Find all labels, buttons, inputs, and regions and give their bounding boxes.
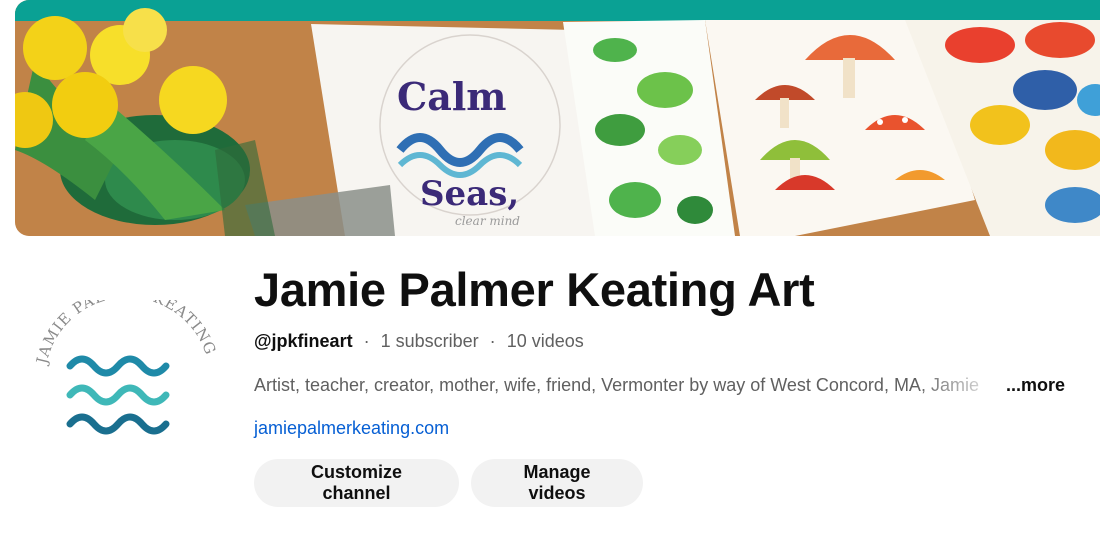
wave-icon-bottom	[66, 413, 170, 435]
wave-icon-middle	[66, 384, 170, 406]
customize-channel-button[interactable]: Customize channel	[254, 459, 459, 507]
video-count: 10 videos	[506, 331, 584, 351]
subscriber-count: 1 subscriber	[380, 331, 479, 351]
wave-icon-top	[66, 355, 170, 377]
meta-separator: ·	[363, 331, 370, 351]
description-text: Artist, teacher, creator, mother, wife, …	[254, 375, 979, 395]
channel-name: Jamie Palmer Keating Art	[254, 263, 815, 316]
meta-separator: ·	[489, 331, 496, 351]
banner-accent-strip	[15, 0, 1100, 21]
channel-website-link[interactable]: jamiepalmerkeating.com	[254, 418, 449, 439]
channel-banner: Calm Seas, clear mind	[15, 0, 1100, 236]
more-link[interactable]: ...more	[1006, 375, 1065, 395]
channel-description[interactable]: Artist, teacher, creator, mother, wife, …	[254, 375, 1070, 396]
channel-handle: @jpkfineart	[254, 331, 353, 351]
channel-avatar[interactable]: JAMIE PALMER KEATING	[30, 283, 220, 460]
banner-art-text-seas: Seas,	[420, 174, 519, 214]
banner-art-text-clear-mind: clear mind	[455, 214, 520, 228]
banner-art-text-calm: Calm	[397, 74, 507, 119]
banner-artwork: Calm Seas, clear mind	[15, 0, 1100, 236]
channel-logo: JAMIE PALMER KEATING	[32, 283, 219, 435]
manage-videos-button[interactable]: Manage videos	[471, 459, 643, 507]
channel-meta: @jpkfineart · 1 subscriber · 10 videos	[254, 331, 584, 352]
